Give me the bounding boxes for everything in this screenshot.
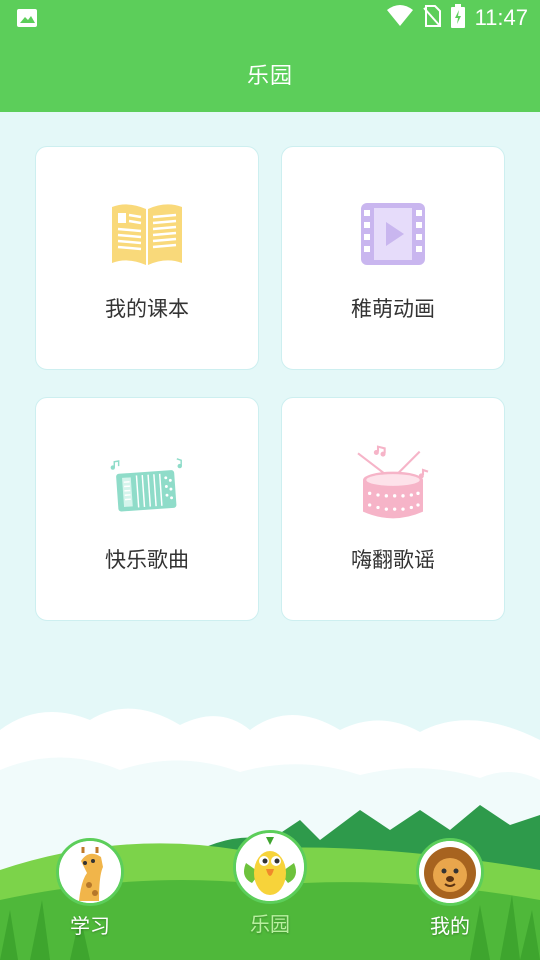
nav-label: 我的 [430, 914, 470, 938]
card-cute-animation[interactable]: 稚萌动画 [281, 146, 505, 370]
nav-label: 学习 [70, 914, 110, 938]
drum-icon [353, 445, 433, 520]
battery-charging-icon [450, 4, 465, 32]
card-fun-ballads[interactable]: 嗨翻歌谣 [281, 397, 505, 621]
app-bar: 乐园 [0, 36, 540, 112]
card-my-textbook[interactable]: 我的课本 [35, 146, 259, 370]
nav-item-study[interactable]: 学习 [35, 838, 145, 939]
giraffe-avatar-icon [56, 838, 124, 906]
bottom-nav: 学习 乐园 我的 [0, 830, 540, 960]
image-icon [16, 8, 38, 28]
card-label: 我的课本 [105, 297, 189, 321]
open-book-icon [107, 199, 187, 269]
status-time: 11:47 [474, 5, 528, 30]
accordion-icon [107, 450, 187, 520]
card-label: 嗨翻歌谣 [351, 548, 435, 572]
no-sim-icon [422, 5, 441, 31]
nav-item-mine[interactable]: 我的 [395, 838, 505, 939]
nav-label: 乐园 [250, 912, 290, 936]
video-icon [353, 199, 433, 269]
nav-item-paradise[interactable]: 乐园 [215, 830, 325, 937]
lion-avatar-icon [416, 838, 484, 906]
page-title: 乐园 [246, 64, 293, 89]
wifi-icon [386, 5, 413, 31]
card-label: 稚萌动画 [351, 297, 435, 321]
card-label: 快乐歌曲 [105, 548, 189, 572]
card-happy-songs[interactable]: 快乐歌曲 [35, 397, 259, 621]
parrot-avatar-icon [233, 830, 307, 904]
status-bar: 11:47 [0, 0, 540, 36]
